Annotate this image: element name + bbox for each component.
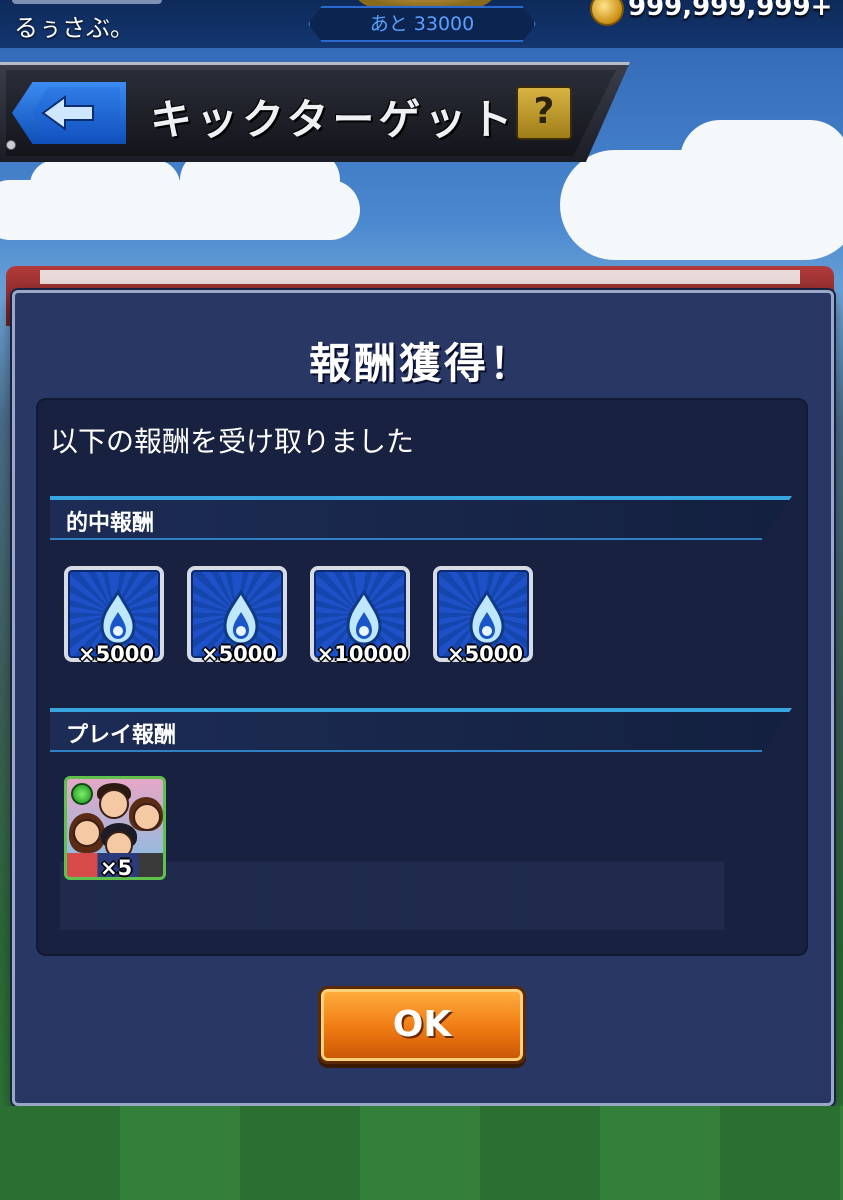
character-face — [73, 819, 101, 847]
reward-quantity: ×5000 — [77, 642, 155, 666]
reward-quantity: ×5 — [100, 856, 133, 880]
flame-icon — [223, 590, 259, 646]
status-bar-cutoff-text — [12, 0, 162, 4]
cloud-decoration — [30, 160, 180, 210]
play-rewards-label: プレイ報酬 — [66, 723, 177, 748]
reward-quantity: ×10000 — [316, 642, 408, 666]
flame-icon — [346, 590, 382, 646]
reward-item[interactable]: ×5000 — [433, 566, 533, 670]
user-name: るぅさぶ。 — [14, 14, 134, 42]
flame-icon — [100, 590, 136, 646]
status-bar: るぅさぶ。 あと 33000 999,999,999+ — [0, 0, 843, 48]
flame-icon — [469, 590, 505, 646]
header-edge-line — [50, 750, 763, 752]
exp-remaining: あと 33000 — [308, 6, 536, 42]
coin-icon — [590, 0, 624, 26]
panel-watermark-pattern: ▇▇▇▇▇▇▇▇▇▇▇▇▇ — [60, 850, 724, 930]
help-button[interactable]: ? — [516, 86, 572, 140]
reward-quantity: ×5000 — [446, 642, 524, 666]
page-title: キックターゲット — [150, 95, 517, 144]
reward-item[interactable]: ×5000 — [187, 566, 287, 670]
dialog-title: 報酬獲得！ — [308, 339, 534, 388]
background-board-strip — [40, 270, 800, 284]
cloud-decoration — [680, 120, 843, 200]
reward-quantity: ×5000 — [200, 642, 278, 666]
back-arrow-icon — [41, 95, 94, 131]
header-edge-line — [50, 538, 763, 540]
character-face — [99, 789, 129, 819]
hit-rewards-header: 的中報酬 — [50, 496, 792, 540]
hit-rewards-label: 的中報酬 — [66, 511, 155, 536]
element-badge-icon — [71, 783, 93, 805]
dialog-message: 以下の報酬を受け取りました — [50, 425, 415, 458]
play-rewards-header: プレイ報酬 — [50, 708, 792, 752]
reward-item[interactable]: ×10000 — [310, 566, 410, 670]
ok-button[interactable]: OK — [318, 986, 526, 1064]
reward-item[interactable]: ×5000 — [64, 566, 164, 670]
character-face — [133, 803, 161, 831]
coin-count: 999,999,999+ — [628, 0, 833, 22]
back-button[interactable] — [12, 82, 126, 144]
bolt-decoration — [6, 140, 16, 150]
field-background — [0, 1106, 843, 1200]
